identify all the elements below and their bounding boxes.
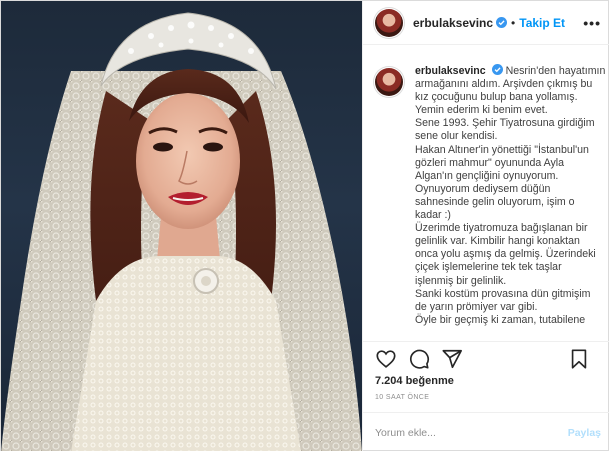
avatar[interactable] <box>375 8 403 37</box>
comment-input[interactable] <box>375 426 568 439</box>
caption-line: kadar :) <box>415 209 451 222</box>
caption-line: Sanki kostüm provasına dün gitmişim <box>415 287 591 300</box>
verified-badge-icon <box>496 17 508 28</box>
bookmark-icon[interactable] <box>568 348 590 370</box>
comment-bar: Paylaş <box>363 412 609 451</box>
caption-avatar[interactable] <box>375 68 403 96</box>
post-side-panel: erbulaksevinc • Takip Et ••• erbulaksevi… <box>362 1 609 451</box>
caption-line: armağanını aldım. Arşivden çıkmış bu <box>415 78 593 91</box>
post-photo[interactable] <box>1 1 362 451</box>
action-bar <box>363 341 609 375</box>
caption-line: sahnesinde gelin oluyorum, işim o <box>415 195 575 208</box>
share-icon[interactable] <box>441 348 463 370</box>
caption-line: Oynuyorum dediysem düğün <box>415 182 551 195</box>
bride-portrait-image <box>1 12 362 451</box>
caption-line: sene olur kendisi. <box>415 130 498 143</box>
header-username[interactable]: erbulaksevinc <box>413 16 493 30</box>
more-options-icon[interactable]: ••• <box>583 15 601 31</box>
post-header: erbulaksevinc • Takip Et ••• <box>363 1 609 45</box>
verified-badge-icon <box>491 64 503 75</box>
heart-icon[interactable] <box>375 348 397 370</box>
follow-button[interactable]: Takip Et <box>519 16 565 30</box>
instagram-post: erbulaksevinc • Takip Et ••• erbulaksevi… <box>0 0 609 451</box>
caption-line: işlenmiş bir gelinlik. <box>415 274 507 287</box>
caption-line: Sene 1993. Şehir Tiyatrosuna girdiğim <box>415 117 595 130</box>
post-timestamp[interactable]: 10 SAAT ÖNCE <box>375 394 429 401</box>
caption-username[interactable]: erbulaksevinc <box>415 65 486 77</box>
caption-line: onca yolu aşmış da gelmiş. Üzerindeki <box>415 248 596 261</box>
caption-row: erbulaksevinc Nesrin'den hayatımın armağ… <box>375 64 605 327</box>
caption-line: erbulaksevinc Nesrin'den hayatımın <box>415 64 605 78</box>
caption-text: erbulaksevinc Nesrin'den hayatımın armağ… <box>415 64 605 327</box>
post-comment-button[interactable]: Paylaş <box>568 427 601 439</box>
caption-line: Yemin ederim ki benim evet. <box>415 104 548 117</box>
caption-line: Öyle bir geçmiş ki zaman, tutabilene <box>415 313 586 326</box>
caption-line: kız çocuğunu bulup bana yollamış. <box>415 91 578 104</box>
comment-icon[interactable] <box>408 348 430 370</box>
separator-dot: • <box>511 15 516 30</box>
caption-line: Üzerimde tiyatromuza bağışlanan bir <box>415 222 588 235</box>
caption-line: de yarın prömiyer var gibi. <box>415 300 538 313</box>
caption-scroll-area[interactable]: erbulaksevinc Nesrin'den hayatımın armağ… <box>363 46 609 341</box>
caption-line: gelinlik var. Kimbilir hangi konaktan <box>415 235 580 248</box>
caption-line: Hakan Altıner'in yönettiği "İstanbul'un <box>415 143 589 156</box>
caption-line: çiçek işlemelerine tek tek taşlar <box>415 261 562 274</box>
caption-line-text: Nesrin'den hayatımın <box>505 65 606 77</box>
likes-count[interactable]: 7.204 beğenme <box>375 375 454 387</box>
caption-line: gözleri mahmur" oyununda Ayla <box>415 156 565 169</box>
caption-line: Algan'ın gençliğini oynuyorum. <box>415 169 559 182</box>
